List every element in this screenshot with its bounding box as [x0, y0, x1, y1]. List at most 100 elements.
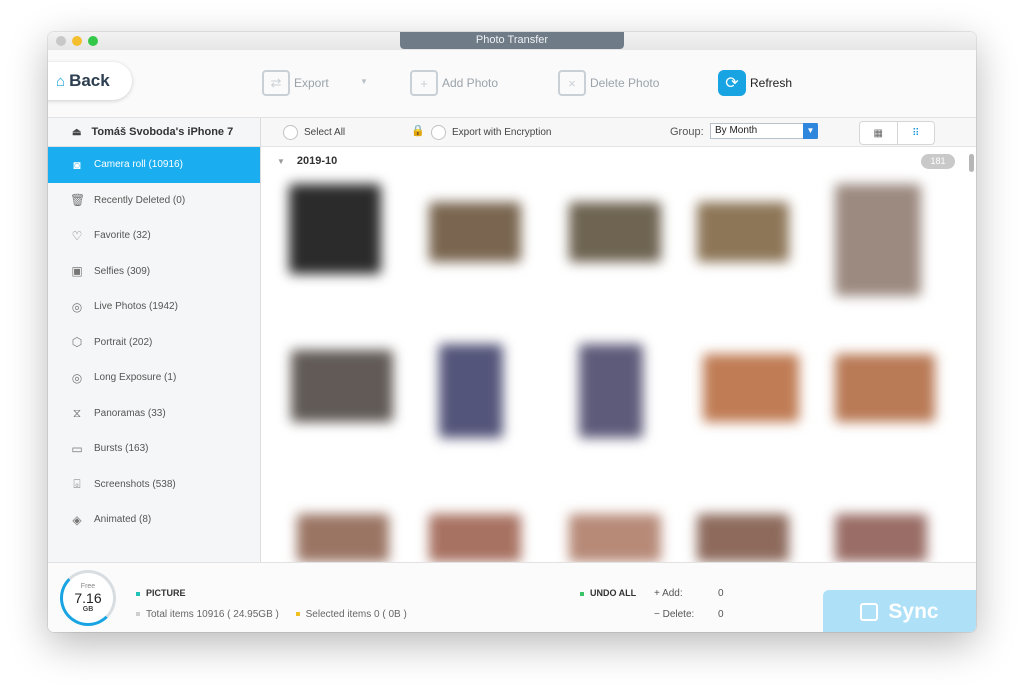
- view-mode-tabs: ▦ ⠿: [859, 121, 935, 145]
- photo-thumbnail[interactable]: [429, 514, 521, 562]
- sync-button[interactable]: Sync: [823, 590, 976, 632]
- refresh-label: Refresh: [750, 76, 793, 90]
- group-label: Group:: [670, 126, 704, 138]
- selected-dot-icon: [295, 612, 300, 617]
- photo-thumbnail[interactable]: [835, 354, 935, 422]
- picture-category: PICTURE: [136, 588, 186, 598]
- home-icon: ⌂: [56, 72, 66, 90]
- export-dropdown-caret-icon[interactable]: ▼: [360, 77, 368, 86]
- portrait-frame-icon: ▣: [71, 264, 83, 279]
- photo-thumbnail[interactable]: [429, 202, 521, 262]
- free-space-gauge: Free 7.16 GB: [60, 570, 116, 626]
- scrollbar-thumb[interactable]: [969, 154, 974, 172]
- collapse-triangle-icon[interactable]: ▼: [277, 157, 285, 166]
- delete-photo-label: Delete Photo: [590, 76, 660, 90]
- sidebar-item-screenshots[interactable]: ⌻ Screenshots (538): [48, 467, 260, 503]
- undo-dot-icon: [580, 591, 584, 596]
- select-all-checkbox[interactable]: [283, 125, 298, 140]
- small-grid-view-icon[interactable]: ⠿: [896, 122, 935, 144]
- sidebar-item-camera-roll[interactable]: ◙ Camera roll (10916): [48, 147, 260, 183]
- minimize-window-button[interactable]: [72, 36, 82, 46]
- sidebar-item-recently-deleted[interactable]: 🗑 Recently Deleted (0): [48, 183, 260, 219]
- delete-count-value: 0: [718, 609, 724, 620]
- month-count-badge: 181: [921, 154, 955, 169]
- camera-icon: ◙: [73, 157, 81, 172]
- sidebar-item-bursts[interactable]: ▭ Bursts (163): [48, 431, 260, 467]
- close-window-button[interactable]: [56, 36, 66, 46]
- total-items: Total items 10916 ( 24.95GB ): [146, 609, 279, 620]
- animated-icon: ◈: [72, 512, 82, 527]
- sidebar-item-label: Screenshots (538): [94, 478, 176, 490]
- add-photo-button[interactable]: + Add Photo: [410, 70, 498, 96]
- sync-label: Sync: [888, 599, 939, 623]
- eject-icon: ⏏: [72, 126, 82, 138]
- device-header[interactable]: ⏏ Tomáš Svoboda's iPhone 7: [48, 118, 260, 147]
- live-photo-icon: ◎: [71, 299, 83, 314]
- sidebar-item-selfies[interactable]: ▣ Selfies (309): [48, 254, 260, 290]
- large-grid-view-icon[interactable]: ▦: [860, 122, 897, 144]
- sidebar-item-panoramas[interactable]: ⧖ Panoramas (33): [48, 396, 260, 432]
- delete-count-label: − Delete:: [654, 609, 695, 620]
- sidebar-item-label: Portrait (202): [94, 336, 153, 348]
- trash-icon: 🗑: [70, 193, 86, 208]
- undo-all-label: UNDO ALL: [590, 588, 637, 598]
- toolbar: ⌂ Back ⇄ Export ▼ + Add Photo × Delete P…: [48, 50, 976, 118]
- total-dot-icon: [136, 612, 140, 617]
- photo-thumbnail[interactable]: [835, 184, 921, 296]
- export-encryption-label: Export with Encryption: [452, 127, 552, 138]
- selected-items: Selected items 0 ( 0B ): [305, 609, 407, 620]
- delete-photo-button[interactable]: × Delete Photo: [558, 70, 659, 96]
- delete-photo-icon: ×: [558, 70, 586, 96]
- zoom-window-button[interactable]: [88, 36, 98, 46]
- heart-icon: ♡: [71, 228, 83, 243]
- photo-thumbnail[interactable]: [439, 344, 503, 438]
- photo-thumbnail[interactable]: [289, 184, 381, 274]
- options-bar: Select All 🔒 Export with Encryption Grou…: [261, 118, 976, 147]
- sidebar-item-label: Panoramas (33): [94, 407, 166, 419]
- sidebar-item-animated[interactable]: ◈ Animated (8): [48, 502, 260, 538]
- free-value: 7.16: [74, 589, 102, 606]
- sidebar-item-long-exposure[interactable]: ◎ Long Exposure (1): [48, 360, 260, 396]
- photo-thumbnail[interactable]: [835, 514, 927, 562]
- group-select[interactable]: By Month ▼: [710, 123, 818, 139]
- add-photo-label: Add Photo: [442, 76, 499, 90]
- photo-thumbnail[interactable]: [697, 202, 789, 262]
- cube-icon: ⬡: [71, 335, 83, 350]
- sidebar-item-live-photos[interactable]: ◎ Live Photos (1942): [48, 289, 260, 325]
- add-photo-icon: +: [410, 70, 438, 96]
- month-group-header[interactable]: ▼ 2019-10: [277, 155, 337, 167]
- sidebar-item-favorite[interactable]: ♡ Favorite (32): [48, 218, 260, 254]
- refresh-button[interactable]: ⟳ Refresh: [718, 70, 792, 96]
- export-button[interactable]: ⇄ Export: [262, 70, 329, 96]
- select-all-label: Select All: [304, 127, 346, 138]
- photo-thumbnail[interactable]: [569, 514, 661, 562]
- refresh-icon: ⟳: [718, 70, 746, 96]
- photo-thumbnail[interactable]: [697, 514, 789, 562]
- add-count-label: + Add:: [654, 588, 683, 599]
- photo-thumbnail[interactable]: [297, 514, 389, 562]
- undo-all-button[interactable]: UNDO ALL: [580, 588, 636, 598]
- picture-dot-icon: [136, 591, 140, 596]
- free-unit: GB: [82, 605, 94, 613]
- photo-grid: [279, 184, 959, 562]
- add-count-value: 0: [718, 588, 724, 599]
- title-bar: Photo Transfer: [48, 32, 976, 50]
- photo-thumbnail[interactable]: [579, 344, 643, 438]
- panorama-icon: ⧖: [72, 405, 82, 420]
- sidebar: ⏏ Tomáš Svoboda's iPhone 7 ◙ Camera roll…: [48, 118, 261, 562]
- device-name: Tomáš Svoboda's iPhone 7: [91, 126, 234, 138]
- app-window: Photo Transfer ⌂ Back ⇄ Export ▼ + Add P…: [48, 32, 976, 632]
- sidebar-item-label: Animated (8): [94, 514, 152, 526]
- sidebar-item-portrait[interactable]: ⬡ Portrait (202): [48, 325, 260, 361]
- screenshot-icon: ⌻: [73, 476, 81, 491]
- back-button[interactable]: ⌂ Back: [48, 62, 132, 100]
- bursts-icon: ▭: [71, 441, 83, 456]
- photo-thumbnail[interactable]: [291, 350, 393, 422]
- picture-label: PICTURE: [146, 588, 186, 598]
- window-title: Photo Transfer: [400, 32, 624, 49]
- photo-thumbnail[interactable]: [703, 354, 799, 422]
- lock-icon: 🔒: [411, 125, 425, 137]
- export-encryption-checkbox[interactable]: [431, 125, 446, 140]
- photo-thumbnail[interactable]: [569, 202, 661, 262]
- month-label: 2019-10: [296, 155, 338, 167]
